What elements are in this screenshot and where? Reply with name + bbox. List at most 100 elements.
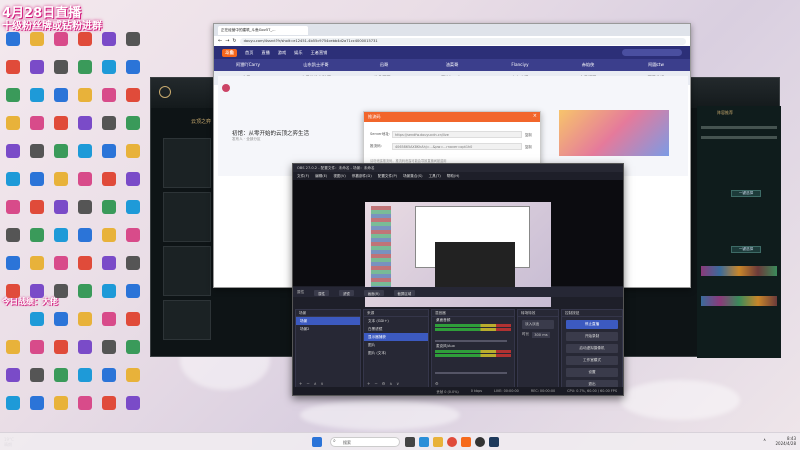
desktop-shortcut-icon[interactable]: [98, 368, 120, 394]
desktop-shortcut-icon[interactable]: [2, 368, 24, 394]
desktop-shortcut-icon[interactable]: [50, 368, 72, 394]
desktop-shortcut-icon[interactable]: [74, 340, 96, 366]
desktop-shortcut-icon[interactable]: [98, 88, 120, 114]
desktop-shortcut-icon[interactable]: [74, 172, 96, 198]
clock[interactable]: 8:43 2024/4/28: [775, 436, 796, 446]
capture-area-button[interactable]: 截屏区域: [393, 290, 416, 296]
desktop-shortcut-icon[interactable]: [26, 32, 48, 58]
room-link[interactable]: 山东凯士评哥: [282, 59, 350, 71]
refresh-icon[interactable]: ↻: [232, 38, 236, 44]
settings-button[interactable]: 设置: [566, 368, 618, 377]
desktop-shortcut-icon[interactable]: [26, 88, 48, 114]
back-icon[interactable]: ←: [218, 38, 222, 44]
desktop-shortcut-icon[interactable]: [122, 396, 144, 422]
desktop-shortcut-icon[interactable]: [26, 284, 48, 310]
game-panel[interactable]: [163, 138, 211, 188]
desktop-shortcut-icon[interactable]: [50, 312, 72, 338]
desktop-shortcut-icon[interactable]: [2, 340, 24, 366]
desktop-shortcut-icon[interactable]: [98, 200, 120, 226]
desktop-shortcut-icon[interactable]: [98, 116, 120, 142]
desktop-shortcut-icon[interactable]: [2, 396, 24, 422]
start-icon[interactable]: [312, 437, 322, 447]
forward-icon[interactable]: →: [225, 38, 229, 44]
desktop-shortcut-icon[interactable]: [122, 60, 144, 86]
room-link[interactable]: 迅哥: [350, 59, 418, 71]
desktop-shortcut-icon[interactable]: [26, 116, 48, 142]
room-link[interactable]: Flanciyy: [486, 59, 554, 71]
desktop-shortcut-icon[interactable]: [50, 340, 72, 366]
desktop-shortcut-icon[interactable]: [122, 116, 144, 142]
desktop-shortcut-icon[interactable]: [98, 144, 120, 170]
desktop-shortcut-icon[interactable]: [74, 200, 96, 226]
site-nav-item[interactable]: 游戏: [278, 50, 286, 56]
game-icon[interactable]: [489, 437, 499, 447]
obs-menu-item[interactable]: 文件(F): [297, 174, 309, 178]
obs-menu-item[interactable]: 视图(V): [333, 174, 345, 178]
desktop-shortcut-icon[interactable]: [122, 88, 144, 114]
streamer-avatar[interactable]: [222, 84, 230, 92]
desktop-shortcut-icon[interactable]: [2, 172, 24, 198]
chrome-icon[interactable]: [447, 437, 457, 447]
game-select-button[interactable]: 一键选择: [731, 246, 761, 253]
source-item[interactable]: 图片: [364, 341, 428, 349]
copy-key-button[interactable]: 复制: [525, 144, 532, 149]
scene-item[interactable]: 场景2: [296, 325, 360, 333]
desktop-shortcut-icon[interactable]: [2, 284, 24, 310]
desktop-shortcut-icon[interactable]: [98, 340, 120, 366]
filters-button[interactable]: 滤镜: [338, 290, 354, 296]
desktop-shortcut-icon[interactable]: [2, 256, 24, 282]
desktop-shortcut-icon[interactable]: [122, 312, 144, 338]
tray-icons[interactable]: ∧: [763, 437, 766, 442]
desktop-shortcut-icon[interactable]: [2, 32, 24, 58]
desktop-shortcut-icon[interactable]: [26, 228, 48, 254]
desktop-shortcut-icon[interactable]: [50, 200, 72, 226]
desktop-shortcut-icon[interactable]: [50, 60, 72, 86]
site-nav-item[interactable]: 娱乐: [294, 50, 302, 56]
desktop-shortcut-icon[interactable]: [2, 144, 24, 170]
desktop-shortcut-icon[interactable]: [50, 284, 72, 310]
server-field[interactable]: https://sendfw.douyucdn.cn/live: [392, 131, 522, 138]
start-recording-button[interactable]: 开始录制: [566, 332, 618, 341]
site-nav-item[interactable]: 直播: [261, 50, 269, 56]
edge-icon[interactable]: [419, 437, 429, 447]
desktop-shortcut-icon[interactable]: [2, 88, 24, 114]
desktop-shortcut-icon[interactable]: [122, 32, 144, 58]
desktop-shortcut-icon[interactable]: [26, 200, 48, 226]
desktop-shortcut-icon[interactable]: [98, 172, 120, 198]
desktop-shortcut-icon[interactable]: [26, 340, 48, 366]
game-select-button[interactable]: 一键选择: [731, 190, 761, 197]
virtual-camera-button[interactable]: 启动虚拟摄像机: [566, 344, 618, 353]
desktop-shortcut-icon[interactable]: [50, 116, 72, 142]
site-nav-item[interactable]: 王者营销: [311, 50, 328, 56]
desktop-shortcut-icon[interactable]: [122, 144, 144, 170]
browser-tab[interactable]: 正在经营中的建筑_斗鱼Gov5T_...: [218, 25, 308, 35]
desktop-shortcut-icon[interactable]: [74, 60, 96, 86]
desktop-shortcut-icon[interactable]: [26, 144, 48, 170]
desktop-shortcut-icon[interactable]: [122, 228, 144, 254]
source-item[interactable]: 白黑滤镜: [364, 325, 428, 333]
desktop-shortcut-icon[interactable]: [50, 172, 72, 198]
copy-server-button[interactable]: 复制: [525, 132, 532, 137]
desktop-shortcut-icon[interactable]: [26, 60, 48, 86]
task-view-icon[interactable]: [405, 437, 415, 447]
desktop-shortcut-icon[interactable]: [26, 368, 48, 394]
desktop-shortcut-icon[interactable]: [74, 116, 96, 142]
game-panel[interactable]: [163, 192, 211, 242]
scene-item[interactable]: 场景: [296, 317, 360, 325]
source-item[interactable]: 显示器捕获: [364, 333, 428, 341]
desktop-shortcut-icon[interactable]: [98, 32, 120, 58]
obs-menu-item[interactable]: 编辑(E): [315, 174, 327, 178]
game-panel[interactable]: [163, 246, 211, 296]
desktop-shortcut-icon[interactable]: [98, 396, 120, 422]
room-link[interactable]: 阿狸吖Carry: [214, 59, 282, 71]
desktop-shortcut-icon[interactable]: [50, 396, 72, 422]
desktop-shortcut-icon[interactable]: [26, 396, 48, 422]
desktop-shortcut-icon[interactable]: [98, 256, 120, 282]
desktop-shortcut-icon[interactable]: [98, 228, 120, 254]
obs-menu-item[interactable]: 配置文件(P): [378, 174, 397, 178]
obs-preview[interactable]: [293, 180, 623, 307]
desktop-shortcut-icon[interactable]: [122, 340, 144, 366]
desktop-shortcut-icon[interactable]: [122, 368, 144, 394]
url-input[interactable]: douyu.com/4ssrct?fr/sholt=e12451-4b55c97…: [239, 37, 686, 45]
desktop-shortcut-icon[interactable]: [74, 256, 96, 282]
